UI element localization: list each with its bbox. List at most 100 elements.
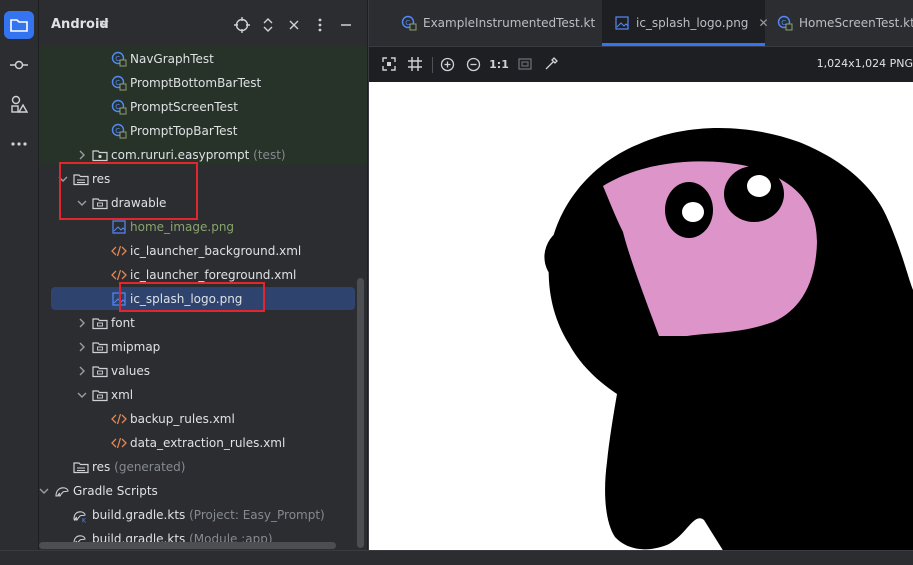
locate-file-button[interactable] [233, 16, 251, 34]
tree-item[interactable]: C PromptBottomBarTest [39, 71, 367, 95]
tree-item-suffix: (test) [253, 148, 286, 162]
minimize-icon [341, 24, 351, 26]
tree-item[interactable]: backup_rules.xml [39, 407, 367, 431]
xml-file-icon [111, 243, 127, 259]
status-bar [0, 550, 913, 565]
expand-collapse-icon [263, 18, 273, 32]
hide-panel-button[interactable] [337, 16, 355, 34]
background-icon [518, 58, 532, 70]
chevron-down-icon[interactable] [99, 19, 109, 27]
editor-tab-label: HomeScreenTest.kt [799, 16, 913, 30]
chevron-down-icon[interactable] [76, 389, 88, 401]
color-picker-button[interactable] [542, 55, 560, 73]
xml-file-icon [111, 267, 127, 283]
project-panel-header: Android [39, 0, 367, 50]
project-panel: Android C NavGraphTest C PromptBottomBarTes… [39, 0, 367, 564]
xml-file-icon [111, 435, 127, 451]
splash-logo-image [369, 82, 913, 552]
fit-screen-icon [382, 57, 396, 71]
zoom-out-icon [466, 57, 480, 71]
tree-item-label: ic_launcher_foreground.xml [130, 268, 296, 282]
resource-manager-button[interactable] [4, 90, 34, 118]
tree-item-label: build.gradle.kts (Project: Easy_Prompt) [92, 508, 325, 522]
folder-icon [92, 339, 108, 355]
tree-item[interactable]: data_extraction_rules.xml [39, 431, 367, 455]
tree-item-name: PromptTopBarTest [130, 124, 238, 138]
tree-item[interactable]: Kbuild.gradle.kts (Project: Easy_Prompt) [39, 503, 367, 527]
tree-item-suffix: (Project: Easy_Prompt) [189, 508, 325, 522]
chevron-right-icon[interactable] [76, 149, 88, 161]
grid-icon [408, 57, 422, 71]
tree-item[interactable]: ic_launcher_background.xml [39, 239, 367, 263]
logo-curl [544, 224, 595, 286]
more-tools-button[interactable] [4, 130, 34, 158]
image-canvas [369, 82, 913, 552]
tree-item-name: com.rururi.easyprompt [111, 148, 250, 162]
left-eye-highlight [682, 202, 704, 222]
tree-item-name: home_image.png [130, 220, 235, 234]
editor-tab[interactable]: C HomeScreenTest.kt [765, 0, 913, 46]
tree-item-label: data_extraction_rules.xml [130, 436, 285, 450]
test-class-icon: C [401, 15, 417, 31]
tree-item-name: NavGraphTest [130, 52, 214, 66]
folder-icon [92, 387, 108, 403]
gradle-icon [54, 483, 70, 499]
vertical-scrollbar[interactable] [357, 278, 364, 548]
commit-icon [10, 60, 28, 70]
tree-item-name: Gradle Scripts [73, 484, 158, 498]
tree-item-name: data_extraction_rules.xml [130, 436, 286, 450]
options-button[interactable] [311, 16, 329, 34]
eyedropper-icon [545, 57, 558, 70]
actual-size-button[interactable]: 1:1 [489, 55, 509, 73]
editor-tab-label: ic_splash_logo.png [636, 16, 749, 30]
folder-icon [10, 19, 28, 32]
tree-item[interactable]: res (generated) [39, 455, 367, 479]
test-class-icon: C [111, 99, 127, 115]
zoom-in-icon [440, 57, 454, 71]
expand-collapse-button[interactable] [259, 16, 277, 34]
tree-item-name: values [111, 364, 151, 378]
tree-item[interactable]: C PromptTopBarTest [39, 119, 367, 143]
res-folder-icon [73, 459, 89, 475]
highlight-box-splash-logo [119, 282, 265, 312]
fit-zoom-button[interactable] [380, 55, 398, 73]
chevron-right-icon[interactable] [76, 341, 88, 353]
background-toggle-button[interactable] [516, 55, 534, 73]
commit-tool-button[interactable] [4, 51, 34, 79]
collapse-all-button[interactable] [285, 16, 303, 34]
tree-item-name: res [92, 460, 111, 474]
chevron-right-icon[interactable] [76, 317, 88, 329]
active-tab-indicator [602, 43, 765, 46]
tree-item-label: backup_rules.xml [130, 412, 235, 426]
tree-item-name: xml [111, 388, 134, 402]
tree-item-label: xml [111, 388, 133, 402]
tree-item[interactable]: font [39, 311, 367, 335]
tree-item-name: ic_launcher_foreground.xml [130, 268, 297, 282]
tree-item[interactable]: C PromptScreenTest [39, 95, 367, 119]
tree-item-label: PromptBottomBarTest [130, 76, 261, 90]
tree-item[interactable]: mipmap [39, 335, 367, 359]
more-horizontal-icon [11, 142, 27, 146]
folder-icon [92, 363, 108, 379]
tree-item-label: NavGraphTest [130, 52, 214, 66]
tree-item[interactable]: xml [39, 383, 367, 407]
chevron-down-icon[interactable] [39, 485, 50, 497]
horizontal-scrollbar[interactable] [39, 542, 336, 549]
project-tool-button[interactable] [4, 11, 34, 39]
zoom-in-button[interactable] [438, 55, 456, 73]
tree-item[interactable]: C NavGraphTest [39, 47, 367, 71]
grid-toggle-button[interactable] [406, 55, 424, 73]
chevron-right-icon[interactable] [76, 365, 88, 377]
tree-item[interactable]: values [39, 359, 367, 383]
tree-item-suffix: (generated) [114, 460, 186, 474]
xml-file-icon [111, 411, 127, 427]
tool-window-strip [0, 0, 39, 564]
editor-tab[interactable]: ic_splash_logo.png ✕ [602, 0, 769, 46]
tree-item[interactable]: Gradle Scripts [39, 479, 367, 503]
editor-tab[interactable]: C ExampleInstrumentedTest.kt [389, 0, 602, 46]
image-file-icon [111, 219, 127, 235]
zoom-out-button[interactable] [464, 55, 482, 73]
tree-item-label: res (generated) [92, 460, 185, 474]
tree-item-label: ic_launcher_background.xml [130, 244, 301, 258]
editor-tabs: C ExampleInstrumentedTest.kt ic_splash_log… [369, 0, 913, 47]
